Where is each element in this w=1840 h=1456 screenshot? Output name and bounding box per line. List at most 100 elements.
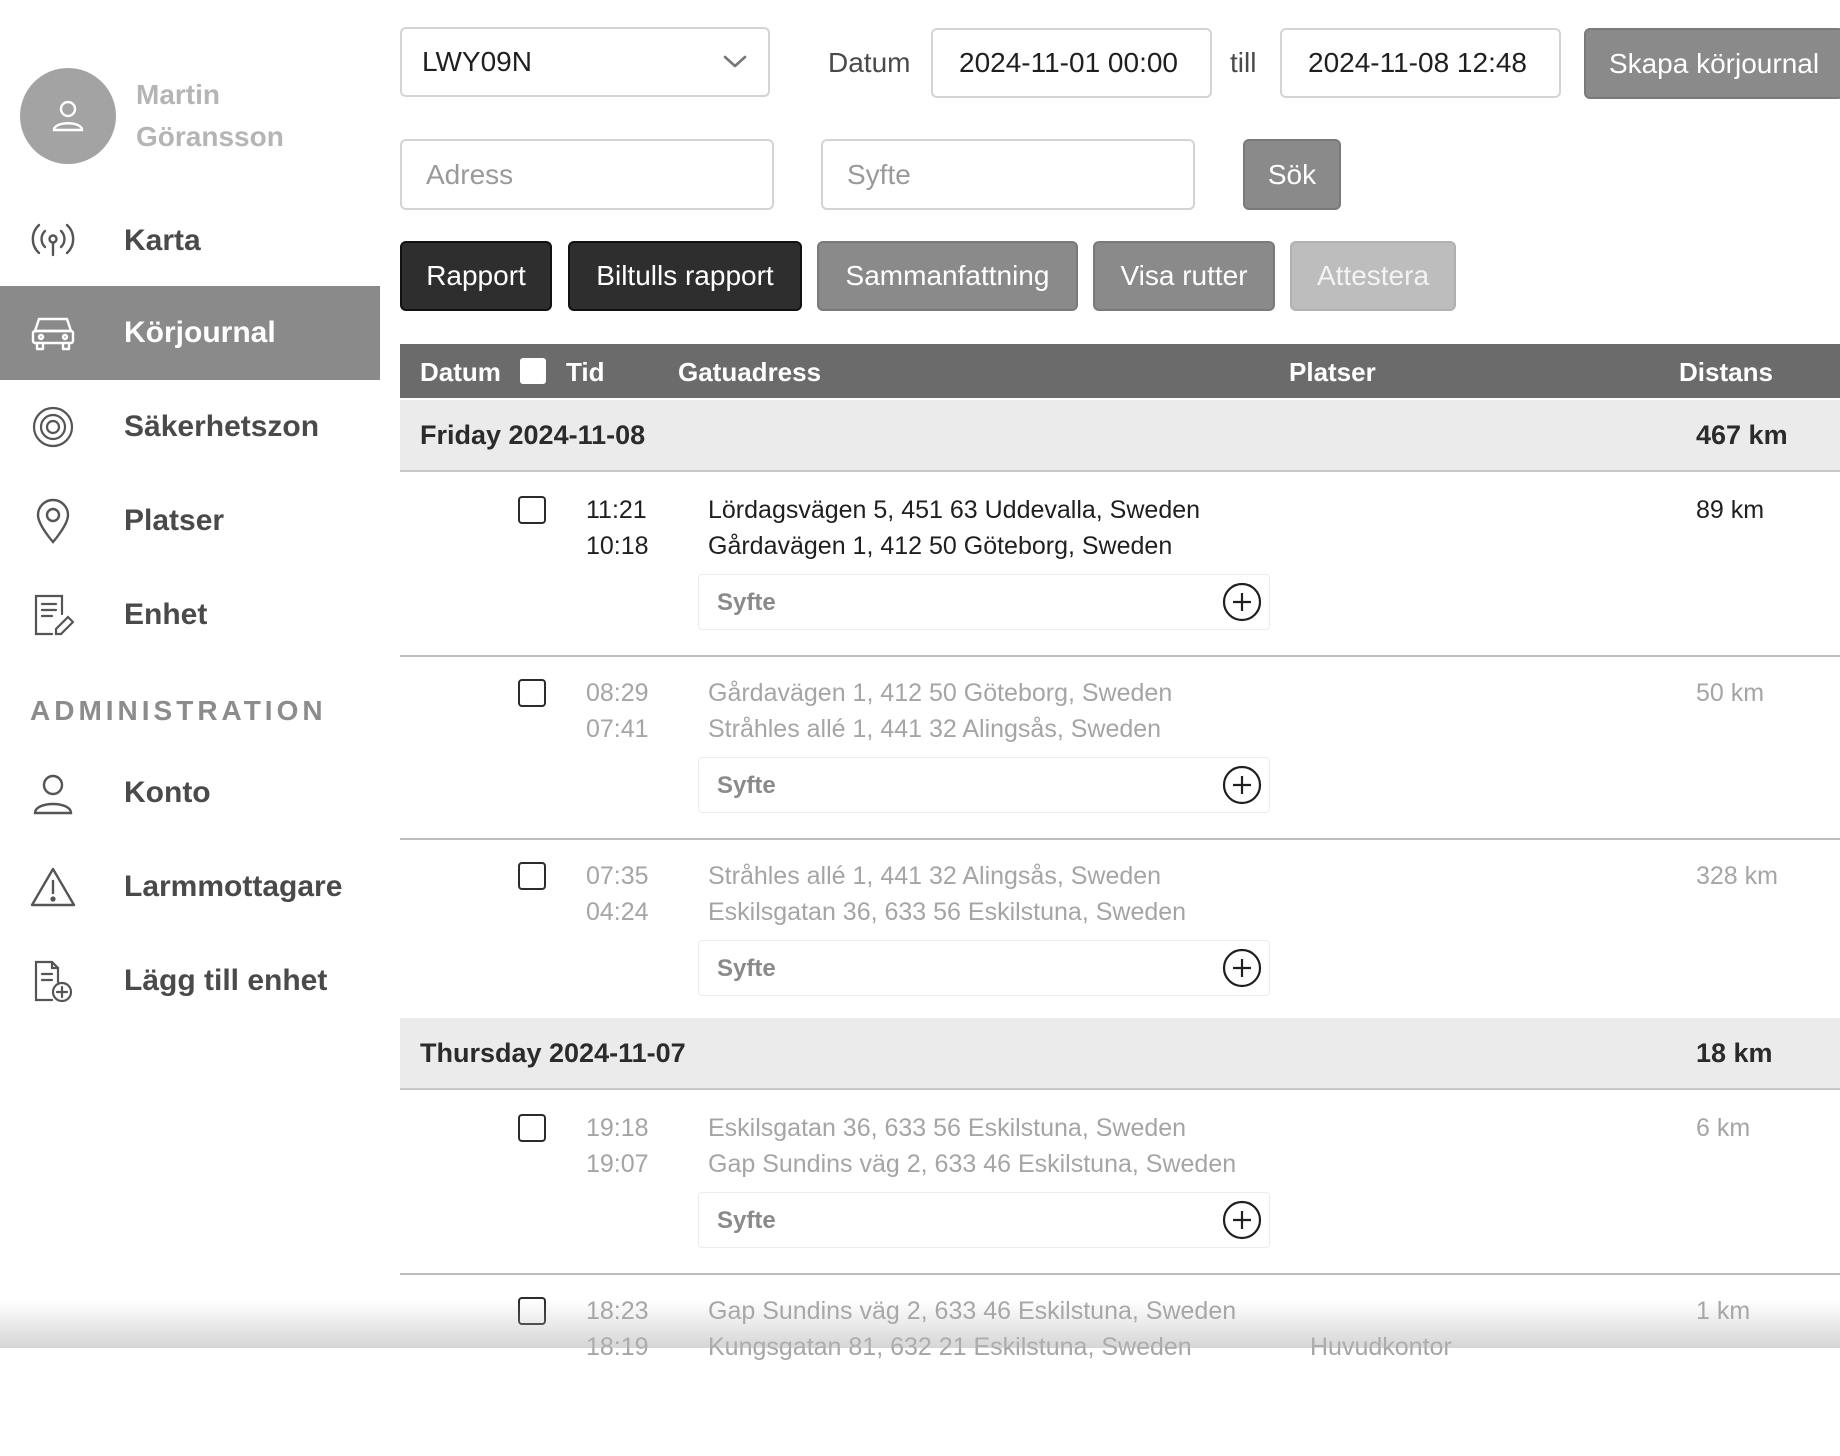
location-pin-icon — [26, 494, 80, 548]
trip-time-start: 07:41 — [586, 715, 649, 743]
trip-purpose-field[interactable]: Syfte — [698, 757, 1270, 813]
user-profile: Martin Göransson — [20, 68, 296, 164]
trip-purpose-label: Syfte — [717, 955, 776, 982]
trip-distance: 89 km — [1696, 496, 1765, 524]
add-document-icon — [26, 954, 80, 1008]
trip-checkbox[interactable] — [518, 1114, 546, 1142]
column-header-distans[interactable]: Distans — [1679, 357, 1773, 388]
column-header-gatuadress[interactable]: Gatuadress — [678, 357, 821, 388]
nav-label-korjournal: Körjournal — [124, 316, 276, 349]
chevron-down-icon — [723, 55, 747, 68]
trip-time-start: 19:07 — [586, 1150, 649, 1178]
nav-item-lagg-till-enhet[interactable]: Lägg till enhet — [0, 934, 380, 1028]
search-button[interactable]: Sök — [1243, 139, 1341, 210]
date-to-field[interactable]: 2024-11-08 12:48 — [1280, 28, 1561, 98]
trip-checkbox[interactable] — [518, 496, 546, 524]
nav-label-lagg-till-enhet: Lägg till enhet — [124, 964, 328, 997]
day-distance: 467 km — [1696, 420, 1788, 450]
trip-address-from: Gap Sundins väg 2, 633 46 Eskilstuna, Sw… — [708, 1150, 1237, 1178]
column-header-tid[interactable]: Tid — [566, 357, 605, 388]
date-label: Datum — [828, 47, 911, 78]
trip-time-end: 19:18 — [586, 1114, 649, 1142]
address-search-field[interactable] — [400, 139, 774, 210]
nav-item-korjournal[interactable]: Körjournal — [0, 286, 380, 380]
trip-purpose-label: Syfte — [717, 1207, 776, 1234]
trip-address-to: Stråhles allé 1, 441 32 Alingsås, Sweden — [708, 862, 1162, 890]
create-journal-button[interactable]: Skapa körjournal — [1584, 28, 1840, 99]
day-label: Thursday 2024-11-07 — [420, 1038, 686, 1068]
trip-address-from: Stråhles allé 1, 441 32 Alingsås, Sweden — [708, 715, 1162, 743]
vehicle-select[interactable]: LWY09N — [400, 27, 770, 97]
trip-checkbox[interactable] — [518, 1297, 546, 1325]
purpose-search-field[interactable] — [821, 139, 1195, 210]
user-icon — [52, 100, 84, 132]
nav-label-karta: Karta — [124, 224, 201, 257]
avatar[interactable] — [20, 68, 116, 164]
day-row: Friday 2024-11-08 467 km — [400, 400, 1840, 472]
till-label: till — [1230, 47, 1257, 78]
address-search-input[interactable] — [426, 158, 772, 191]
trip-row: 11:21 10:18 Lördagsvägen 5, 451 63 Uddev… — [400, 472, 1840, 657]
nav-item-konto[interactable]: Konto — [0, 746, 380, 840]
nav-label-larmmottagare: Larmmottagare — [124, 870, 343, 903]
trip-purpose-field[interactable]: Syfte — [698, 940, 1270, 996]
nav-label-konto: Konto — [124, 776, 211, 809]
trip-address-from: Eskilsgatan 36, 633 56 Eskilstuna, Swede… — [708, 898, 1187, 926]
nav-label-enhet: Enhet — [124, 598, 208, 631]
antenna-icon — [26, 214, 80, 268]
trip-distance: 328 km — [1696, 862, 1778, 890]
trip-time-end: 08:29 — [586, 679, 649, 707]
nav-item-platser[interactable]: Platser — [0, 474, 380, 568]
admin-heading: ADMINISTRATION — [30, 695, 327, 726]
nav-item-larmmottagare[interactable]: Larmmottagare — [0, 840, 380, 934]
trip-address-to: Eskilsgatan 36, 633 56 Eskilstuna, Swede… — [708, 1114, 1187, 1142]
nav-item-sakerhetszon[interactable]: Säkerhetszon — [0, 380, 380, 474]
purpose-search-input[interactable] — [847, 158, 1193, 191]
nav-item-karta[interactable]: Karta — [0, 194, 380, 288]
add-purpose-icon[interactable] — [1221, 764, 1263, 806]
edit-document-icon — [26, 588, 80, 642]
trip-distance: 6 km — [1696, 1114, 1751, 1142]
user-name: Martin Göransson — [136, 79, 284, 152]
sidebar: Martin Göransson Karta Körjournal Säkerh… — [0, 0, 380, 1348]
add-purpose-icon[interactable] — [1221, 1199, 1263, 1241]
attest-button[interactable]: Attestera — [1290, 241, 1456, 311]
nav-label-platser: Platser — [124, 504, 225, 537]
vehicle-select-value: LWY09N — [422, 46, 532, 77]
nav-item-enhet[interactable]: Enhet — [0, 568, 380, 662]
main-content: LWY09N Datum 2024-11-01 00:00 till 2024-… — [400, 0, 1840, 1361]
trip-time-end: 11:21 — [586, 496, 647, 524]
column-header-datum[interactable]: Datum — [420, 357, 501, 388]
toll-report-button[interactable]: Biltulls rapport — [568, 241, 802, 311]
trip-purpose-label: Syfte — [717, 772, 776, 799]
trip-address-to: Lördagsvägen 5, 451 63 Uddevalla, Sweden — [708, 496, 1201, 524]
trip-purpose-label: Syfte — [717, 589, 776, 616]
show-routes-button[interactable]: Visa rutter — [1093, 241, 1275, 311]
car-icon — [26, 306, 80, 360]
trip-row: 18:23 18:19 Gap Sundins väg 2, 633 46 Es… — [400, 1273, 1840, 1456]
trip-time-end: 07:35 — [586, 862, 649, 890]
add-purpose-icon[interactable] — [1221, 947, 1263, 989]
trip-row: 07:35 04:24 Stråhles allé 1, 441 32 Alin… — [400, 838, 1840, 1023]
summary-button[interactable]: Sammanfattning — [817, 241, 1078, 311]
trip-distance: 50 km — [1696, 679, 1765, 707]
trip-distance: 1 km — [1696, 1297, 1751, 1325]
nav-label-sakerhetszon: Säkerhetszon — [124, 410, 320, 443]
column-header-platser[interactable]: Platser — [1289, 357, 1376, 388]
warning-icon — [26, 860, 80, 914]
date-from-value: 2024-11-01 00:00 — [959, 47, 1178, 78]
date-from-field[interactable]: 2024-11-01 00:00 — [931, 28, 1212, 98]
trip-purpose-field[interactable]: Syfte — [698, 574, 1270, 630]
trip-address-to: Gårdavägen 1, 412 50 Göteborg, Sweden — [708, 679, 1173, 707]
select-all-checkbox[interactable] — [520, 358, 546, 384]
trip-row: 19:18 19:07 Eskilsgatan 36, 633 56 Eskil… — [400, 1090, 1840, 1275]
day-label: Friday 2024-11-08 — [420, 420, 646, 450]
day-row: Thursday 2024-11-07 18 km — [400, 1018, 1840, 1090]
trip-checkbox[interactable] — [518, 862, 546, 890]
add-purpose-icon[interactable] — [1221, 581, 1263, 623]
trip-purpose-field[interactable]: Syfte — [698, 1192, 1270, 1248]
trip-checkbox[interactable] — [518, 679, 546, 707]
report-button[interactable]: Rapport — [400, 241, 552, 311]
date-to-value: 2024-11-08 12:48 — [1308, 47, 1527, 78]
user-icon — [26, 766, 80, 820]
